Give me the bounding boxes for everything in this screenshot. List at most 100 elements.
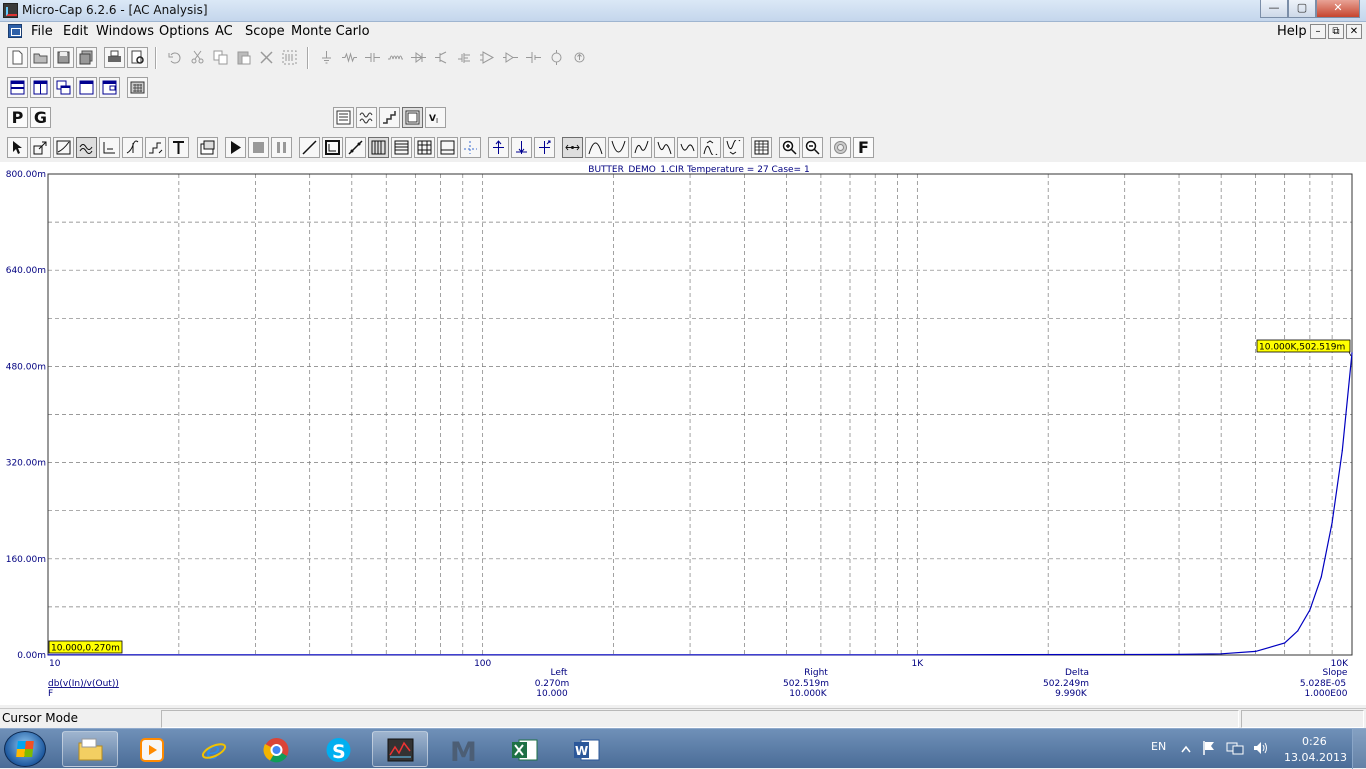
left-cursor-tag[interactable]: 10.000,0.270m <box>48 640 123 654</box>
voltage-source-button[interactable] <box>546 47 567 68</box>
taskbar-media-player[interactable] <box>124 731 180 767</box>
peak-button[interactable] <box>585 137 606 158</box>
save-all-button[interactable] <box>76 47 97 68</box>
delete-button[interactable] <box>256 47 277 68</box>
select-all-button[interactable] <box>279 47 300 68</box>
save-button[interactable] <box>53 47 74 68</box>
taskbar-word[interactable]: W <box>558 731 614 767</box>
menu-help[interactable]: Help <box>1277 24 1307 39</box>
high-button[interactable] <box>631 137 652 158</box>
properties-button[interactable] <box>197 137 218 158</box>
bjt-button[interactable] <box>431 47 452 68</box>
menu-options[interactable]: Options <box>159 24 209 39</box>
show-hidden-icons[interactable] <box>1181 745 1191 753</box>
cursor-mode-button[interactable] <box>53 137 74 158</box>
cut-button[interactable] <box>187 47 208 68</box>
fonts-button[interactable]: F <box>853 137 874 158</box>
scale-mode-button[interactable] <box>30 137 51 158</box>
data-points-button[interactable] <box>345 137 366 158</box>
minor-grid-button[interactable] <box>391 137 412 158</box>
inflection-button[interactable] <box>677 137 698 158</box>
low-button[interactable] <box>654 137 675 158</box>
close-button[interactable]: ✕ <box>1316 0 1360 18</box>
global-high-button[interactable] <box>700 137 721 158</box>
clock-time[interactable]: 0:26 <box>1302 735 1327 748</box>
stop-button[interactable] <box>248 137 269 158</box>
menu-edit[interactable]: Edit <box>63 24 88 39</box>
grid-full-button[interactable] <box>414 137 435 158</box>
zoom-in-button[interactable] <box>779 137 800 158</box>
menu-windows[interactable]: Windows <box>96 24 154 39</box>
paste-button[interactable] <box>233 47 254 68</box>
mosfet-button[interactable] <box>454 47 475 68</box>
ac-analysis-plot[interactable]: BUTTER_DEMO_1.CIR Temperature = 27 Case=… <box>0 162 1366 705</box>
probe-p-button[interactable]: P <box>7 107 28 128</box>
open-file-button[interactable] <box>30 47 51 68</box>
run-button[interactable] <box>225 137 246 158</box>
diode-button[interactable] <box>408 47 429 68</box>
micro-cap-app-icon[interactable] <box>3 3 18 18</box>
resistor-button[interactable] <box>339 47 360 68</box>
document-icon[interactable] <box>8 24 22 38</box>
go-to-high-button[interactable] <box>534 137 555 158</box>
taskbar-micro-cap[interactable] <box>372 731 428 767</box>
zoom-out-button[interactable] <box>802 137 823 158</box>
analysis-limits-button[interactable] <box>333 107 354 128</box>
capacitor-button[interactable] <box>362 47 383 68</box>
numeric-output-button[interactable] <box>751 137 772 158</box>
menu-ac[interactable]: AC <box>215 24 233 39</box>
print-button[interactable] <box>104 47 125 68</box>
go-to-peak-button[interactable] <box>488 137 509 158</box>
pause-button[interactable] <box>271 137 292 158</box>
tile-horizontal-button[interactable] <box>7 77 28 98</box>
menu-file[interactable]: File <box>31 24 53 39</box>
text-mode-button[interactable] <box>168 137 189 158</box>
current-source-button[interactable] <box>569 47 590 68</box>
x-expression-label[interactable]: F <box>48 689 53 699</box>
inductor-button[interactable] <box>385 47 406 68</box>
taskbar-excel[interactable] <box>496 731 552 767</box>
axis-button[interactable] <box>437 137 458 158</box>
go-to-valley-button[interactable] <box>511 137 532 158</box>
tag-horizontal-button[interactable] <box>99 137 120 158</box>
taskbar-skype[interactable]: S <box>310 731 366 767</box>
undo-button[interactable] <box>164 47 185 68</box>
next-simple-button[interactable] <box>562 137 583 158</box>
menu-monte-carlo[interactable]: Monte Carlo <box>291 24 370 39</box>
minimize-button[interactable]: — <box>1260 0 1288 18</box>
new-file-button[interactable] <box>7 47 28 68</box>
split-window-button[interactable] <box>99 77 120 98</box>
action-center-flag-icon[interactable] <box>1202 740 1216 756</box>
taskbar-explorer[interactable] <box>62 731 118 767</box>
volume-icon[interactable] <box>1253 740 1269 756</box>
taskbar-internet-explorer[interactable]: e <box>186 731 242 767</box>
performance-tag-button[interactable] <box>145 137 166 158</box>
print-preview-button[interactable] <box>127 47 148 68</box>
auto-scale-button[interactable] <box>299 137 320 158</box>
menu-scope[interactable]: Scope <box>245 24 285 39</box>
plot-canvas[interactable]: BUTTER_DEMO_1.CIR Temperature = 27 Case=… <box>0 162 1366 705</box>
maximize-button[interactable]: ▢ <box>1288 0 1316 18</box>
opamp-button[interactable] <box>477 47 498 68</box>
taskbar-matlab[interactable]: M <box>434 731 490 767</box>
grid-button[interactable] <box>368 137 389 158</box>
copy-button[interactable] <box>210 47 231 68</box>
child-minimize-button[interactable]: – <box>1310 24 1326 39</box>
y-expression-label[interactable]: db(v(In)/v(Out)) <box>48 679 119 689</box>
waveform-button[interactable] <box>356 107 377 128</box>
tile-vertical-button[interactable] <box>30 77 51 98</box>
analysis-plot-button[interactable] <box>402 107 423 128</box>
global-low-button[interactable] <box>723 137 744 158</box>
right-cursor-tag[interactable]: 10.000K,502.519m <box>1256 339 1352 357</box>
select-mode-button[interactable] <box>7 137 28 158</box>
network-icon[interactable] <box>1226 740 1244 756</box>
tag-vertical-button[interactable] <box>122 137 143 158</box>
language-indicator[interactable]: EN <box>1151 740 1166 753</box>
restore-limits-button[interactable] <box>322 137 343 158</box>
cascade-button[interactable] <box>53 77 74 98</box>
child-restore-button[interactable]: ⧉ <box>1328 24 1344 39</box>
probe-g-button[interactable]: G <box>30 107 51 128</box>
clock-date[interactable]: 13.04.2013 <box>1284 751 1347 764</box>
start-button[interactable] <box>4 731 46 767</box>
gate-button[interactable] <box>500 47 521 68</box>
